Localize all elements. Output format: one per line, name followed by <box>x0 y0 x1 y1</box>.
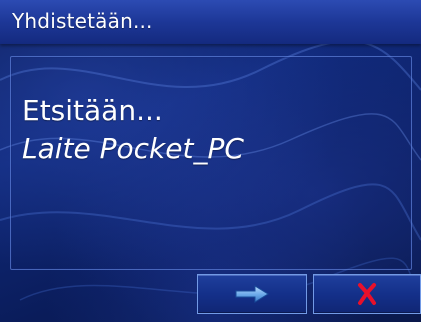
arrow-right-icon <box>233 284 271 304</box>
close-x-icon <box>357 282 377 306</box>
window-title: Yhdistetään... <box>12 9 153 33</box>
connection-screen: Yhdistetään... Etsitään... Laite Pocket_… <box>0 0 421 322</box>
next-button[interactable] <box>197 274 307 314</box>
device-name: Laite Pocket_PC <box>22 132 244 165</box>
title-bar: Yhdistetään... <box>0 0 421 44</box>
status-text: Etsitään... <box>22 94 163 127</box>
content-panel: Etsitään... Laite Pocket_PC <box>10 56 412 270</box>
cancel-button[interactable] <box>313 274 421 314</box>
